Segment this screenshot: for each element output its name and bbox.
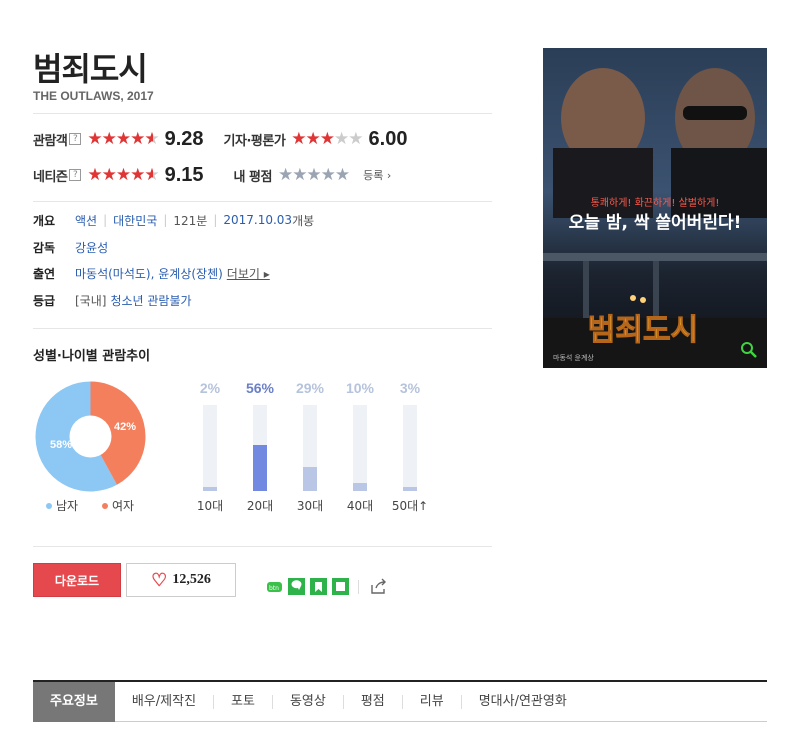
netizen-score: 9.15 — [164, 163, 204, 186]
age-bar — [203, 487, 217, 491]
age-bar-pct: 3% — [399, 380, 421, 396]
critics-stars: ★★★ ★★ — [291, 129, 363, 149]
age-bar-label: 10대 — [196, 499, 224, 513]
square-share-icon[interactable] — [332, 578, 349, 595]
share-icon[interactable] — [370, 578, 387, 595]
poster-small-line: 통쾌하게! 화끈하게! 살벌하게! — [591, 196, 720, 209]
audience-stars: ★★★★ ★ — [87, 129, 159, 149]
age-bar-pct: 2% — [199, 380, 221, 396]
heart-icon: ♡ — [151, 569, 168, 590]
age-bar-track — [403, 405, 417, 491]
director-key: 감독 — [33, 240, 56, 255]
age-bar-label: 20대 — [246, 499, 274, 513]
age-bar — [403, 487, 417, 491]
age-bar-label: 30대 — [296, 499, 324, 513]
svg-text:btn: btn — [269, 585, 279, 592]
info-rating-grade: 등급 [국내] 청소년 관람불가 — [33, 291, 192, 309]
poster-tagline: 오늘 밤, 싹 쓸어버린다! — [569, 213, 742, 233]
poster-image: 통쾌하게! 화끈하게! 살벌하게! 오늘 밤, 싹 쓸어버린다! 범죄도시 마동… — [543, 48, 767, 368]
bookmark-share-icon[interactable] — [310, 578, 327, 595]
tab-video[interactable]: 동영상 — [273, 682, 343, 722]
legend-female-label: 여자 — [112, 499, 135, 513]
line-share-icon[interactable] — [288, 578, 305, 595]
audience-score: 9.28 — [164, 127, 204, 150]
age-bar-pct: 29% — [295, 380, 325, 396]
info-overview: 개요 액션 | 대한민국 | 121분 | 2017.10.03 개봉 — [33, 212, 315, 229]
tab-photo[interactable]: 포토 — [214, 682, 272, 722]
legend-dot-male — [46, 502, 52, 509]
age-bar — [253, 445, 267, 491]
movie-subtitle: THE OUTLAWS, 2017 — [33, 89, 154, 103]
tab-quotes-related[interactable]: 명대사/연관영화 — [462, 682, 584, 722]
grade-key: 등급 — [33, 293, 56, 308]
legend-dot-female — [102, 502, 108, 509]
movie-poster[interactable]: 통쾌하게! 화끈하게! 살벌하게! 오늘 밤, 싹 쓸어버린다! 범죄도시 마동… — [543, 48, 767, 368]
register-rating-link[interactable]: 등록 › — [363, 167, 391, 183]
overview-key: 개요 — [33, 213, 56, 228]
legend-male: 남자 — [46, 497, 78, 514]
like-count: 12,526 — [172, 572, 211, 587]
help-icon[interactable]: ? — [69, 169, 82, 181]
legend-male-label: 남자 — [56, 499, 79, 513]
ratings-row-2: 네티즌 ? ★★★★ ★ 9.15 내 평점 ★★★★★ 등록 › — [33, 160, 492, 190]
genre-link[interactable]: 액션 — [75, 212, 97, 229]
age-bar-track — [353, 405, 367, 491]
like-button[interactable]: ♡ 12,526 — [126, 563, 236, 597]
tab-cast-crew[interactable]: 배우/제작진 — [115, 682, 213, 722]
cast-links[interactable]: 마동석(마석도), 윤계상(장첸) — [75, 265, 223, 282]
tab-rating[interactable]: 평점 — [344, 682, 402, 722]
tab-main-info[interactable]: 주요정보 — [33, 681, 115, 722]
my-rating-stars[interactable]: ★★★★★ — [278, 165, 350, 185]
cast-key: 출연 — [33, 266, 56, 281]
demographics-title: 성별·나이별 관람추이 — [33, 349, 151, 364]
cast-more-link[interactable]: 더보기 ▸ — [227, 265, 270, 282]
age-bar-pct: 56% — [245, 380, 275, 396]
age-bar — [303, 467, 317, 491]
age-bar-label: 50대↑ — [391, 499, 429, 513]
tab-bar: 주요정보 배우/제작진 포토 동영상 평점 리뷰 명대사/연관영화 — [33, 680, 767, 722]
info-director: 감독 강윤성 — [33, 238, 108, 256]
runtime: 121분 — [173, 213, 208, 228]
release-suffix: 개봉 — [292, 213, 315, 228]
divider — [33, 328, 492, 329]
poster-credits: 마동석 윤계상 — [553, 353, 594, 362]
gender-pie-chart: 58% 42% — [35, 381, 146, 492]
grade-link[interactable]: 청소년 관람불가 — [110, 292, 191, 309]
band-share-icon[interactable]: btn — [266, 578, 283, 595]
netizen-stars: ★★★★ ★ — [87, 165, 159, 185]
age-bar-track — [303, 405, 317, 491]
age-bar-track — [203, 405, 217, 491]
download-button[interactable]: 다운로드 — [33, 563, 121, 597]
pie-label-female: 42% — [114, 421, 136, 433]
tab-review[interactable]: 리뷰 — [403, 682, 461, 722]
critics-score: 6.00 — [368, 127, 408, 150]
divider — [358, 580, 359, 594]
movie-title: 범죄도시 — [33, 50, 148, 88]
age-bar-pct: 10% — [345, 380, 375, 396]
netizen-rating-label: 네티즌 — [33, 169, 68, 185]
help-icon[interactable]: ? — [69, 133, 82, 145]
grade-prefix: [국내] — [75, 293, 107, 308]
pie-label-male: 58% — [50, 439, 72, 451]
age-bar — [353, 482, 367, 491]
director-link[interactable]: 강윤성 — [75, 239, 108, 256]
release-date-link[interactable]: 2017.10.03 — [223, 213, 292, 227]
divider — [33, 546, 492, 547]
ratings-row-1: 관람객 ? ★★★★ ★ 9.28 기자·평론가 ★★★ ★★ 6.00 — [33, 124, 492, 154]
age-bar-label: 40대 — [346, 499, 374, 513]
poster-title: 범죄도시 — [588, 313, 698, 348]
age-bar-track — [253, 405, 267, 491]
critics-rating-label: 기자·평론가 — [223, 133, 286, 149]
legend-female: 여자 — [102, 497, 134, 514]
pie-hole — [69, 415, 112, 458]
divider — [33, 201, 492, 202]
my-rating-label: 내 평점 — [233, 169, 273, 185]
divider — [33, 113, 492, 114]
info-cast: 출연 마동석(마석도), 윤계상(장첸) 더보기 ▸ — [33, 264, 270, 282]
country-link[interactable]: 대한민국 — [113, 212, 157, 229]
audience-rating-label: 관람객 — [33, 133, 68, 149]
